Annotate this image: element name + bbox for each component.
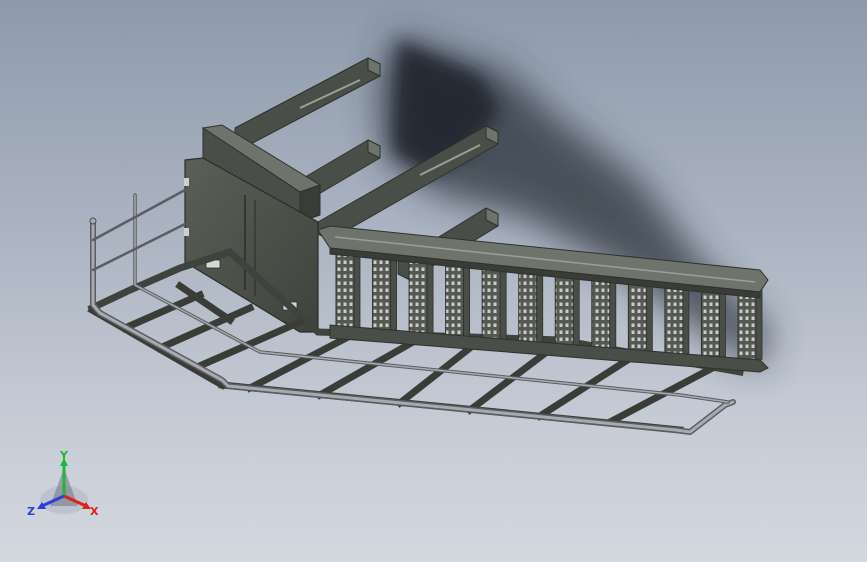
- cad-model-scene[interactable]: [0, 0, 867, 562]
- stair-tread: [408, 253, 434, 335]
- stair-tread: [554, 268, 580, 347]
- stair-tread: [627, 275, 653, 353]
- stair-tread: [445, 257, 471, 338]
- stair-tread: [335, 246, 361, 330]
- stair-tread: [518, 264, 544, 344]
- x-axis-label: X: [90, 505, 99, 518]
- stair-tread: [664, 279, 690, 356]
- stair-tread: [700, 283, 726, 358]
- z-axis-label: Z: [27, 505, 35, 518]
- y-axis-label: Y: [59, 449, 69, 462]
- stair-tread: [372, 249, 397, 332]
- coordinate-triad: Y X Z: [27, 449, 99, 518]
- stair-tread: [481, 261, 507, 341]
- stair-tread: [737, 287, 763, 361]
- graphics-viewport[interactable]: Y X Z: [0, 0, 867, 562]
- stair-tread: [591, 272, 617, 350]
